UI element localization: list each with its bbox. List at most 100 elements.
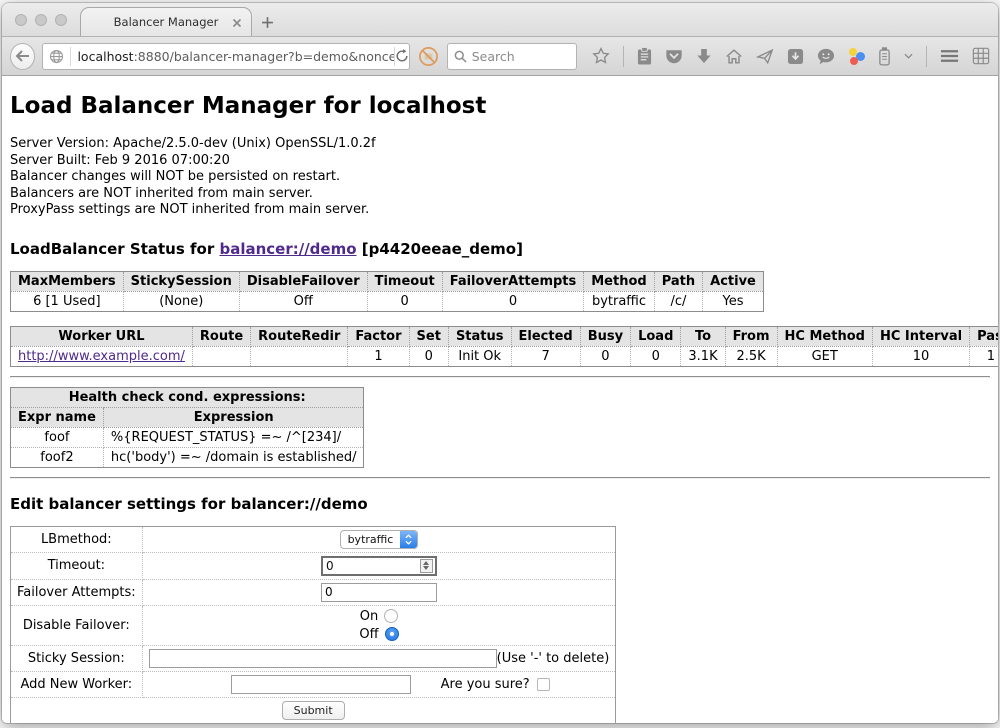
col-header: Elected (511, 326, 580, 346)
section-divider (10, 477, 990, 479)
traffic-lights (15, 14, 67, 26)
add-new-worker-label: Add New Worker: (11, 671, 143, 697)
toolbar-icons (592, 44, 990, 68)
globe-icon[interactable] (43, 49, 70, 64)
expr-name-cell: foof (11, 427, 104, 447)
home-icon[interactable] (725, 44, 743, 68)
sticky-session-input[interactable] (149, 649, 497, 668)
section-divider (10, 376, 990, 378)
balancer-link[interactable]: balancer://demo (219, 240, 356, 258)
table-row: foof %{REQUEST_STATUS} =~ /^[234]/ (11, 427, 364, 447)
form-row-disable-failover: Disable Failover: On Off (11, 605, 616, 645)
disable-failover-off-radio[interactable] (385, 627, 399, 641)
sticky-session-label: Sticky Session: (11, 645, 143, 671)
grid-icon[interactable] (972, 44, 990, 68)
disable-failover-on-radio[interactable] (384, 609, 398, 623)
number-spinner-icon[interactable] (420, 559, 433, 573)
timeout-input[interactable]: 0 (321, 556, 437, 576)
health-table-title: Health check cond. expressions: (11, 387, 364, 407)
radio-off-label: Off (359, 627, 378, 642)
url-text[interactable]: localhost:8880/balancer-manager?b=demo&n… (71, 49, 394, 64)
col-header: FailoverAttempts (442, 271, 584, 291)
timeout-value: 0 (323, 559, 420, 573)
minimize-window-button[interactable] (35, 14, 47, 26)
navigation-toolbar: localhost:8880/balancer-manager?b=demo&n… (2, 37, 998, 76)
table-header-row: Expr name Expression (11, 407, 364, 427)
submit-button[interactable]: Submit (282, 701, 345, 720)
add-new-worker-input[interactable] (231, 675, 411, 694)
toolbar-divider-2 (926, 46, 927, 67)
are-you-sure-checkbox[interactable] (537, 678, 550, 691)
col-header: Set (409, 326, 448, 346)
cell: Off (239, 291, 367, 311)
col-header: MaxMembers (11, 271, 124, 291)
url-bar[interactable]: localhost:8880/balancer-manager?b=demo&n… (42, 43, 410, 70)
close-window-button[interactable] (15, 14, 27, 26)
table-row: 6 [1 Used] (None) Off 0 0 bytraffic /c/ … (11, 291, 764, 311)
reload-icon (395, 49, 409, 63)
table-header-row: Worker URL Route RouteRedir Factor Set S… (11, 326, 999, 346)
url-host: localhost (77, 49, 133, 64)
cell (192, 346, 250, 366)
reload-button[interactable] (395, 44, 409, 68)
col-header: Path (654, 271, 702, 291)
are-you-sure-label: Are you sure? (441, 677, 530, 692)
clipboard-icon[interactable] (637, 44, 652, 68)
cell: Init Ok (448, 346, 511, 366)
menu-icon[interactable] (940, 44, 959, 68)
bookmark-star-icon[interactable] (592, 44, 610, 68)
cell: 0 (367, 291, 442, 311)
cell: 7 (511, 346, 580, 366)
chat-smiley-icon[interactable] (817, 44, 835, 68)
expression-cell: %{REQUEST_STATUS} =~ /^[234]/ (103, 427, 364, 447)
col-header: Busy (580, 326, 630, 346)
cell: GET (777, 346, 872, 366)
browser-tab[interactable]: Balancer Manager (80, 7, 252, 36)
timeout-label: Timeout: (11, 552, 143, 579)
col-header: Passes (970, 326, 998, 346)
battery-icon[interactable] (878, 44, 891, 68)
cell: 6 [1 Used] (11, 291, 124, 311)
form-row-lbmethod: LBmethod: bytraffic (11, 526, 616, 552)
tab-close-icon[interactable] (231, 16, 243, 28)
form-row-add-worker: Add New Worker: Are you sure? (11, 671, 616, 697)
download-arrow-icon[interactable] (696, 44, 712, 68)
tab-title: Balancer Manager (114, 15, 219, 29)
form-row-submit: Submit (11, 697, 616, 723)
worker-url-cell: http://www.example.com/ (11, 346, 193, 366)
edit-settings-heading: Edit balancer settings for balancer://de… (10, 495, 990, 513)
cell: 10 (872, 346, 969, 366)
colored-dots-icon[interactable] (848, 44, 865, 68)
reader-square-icon[interactable] (787, 44, 804, 68)
pocket-icon[interactable] (665, 44, 683, 68)
table-title-row: Health check cond. expressions: (11, 387, 364, 407)
form-row-sticky: Sticky Session: (Use '-' to delete) (11, 645, 616, 671)
cell: 1 (348, 346, 409, 366)
cell: (None) (123, 291, 239, 311)
page-content: Load Balancer Manager for localhost Serv… (2, 76, 998, 723)
send-icon[interactable] (756, 44, 774, 68)
col-header: Factor (348, 326, 409, 346)
search-bar[interactable]: Search (447, 43, 577, 70)
back-icon (15, 50, 30, 62)
blocked-content-icon[interactable] (417, 44, 440, 68)
search-placeholder: Search (472, 49, 515, 64)
inherit-note: Balancers are NOT inherited from main se… (10, 186, 990, 203)
col-header: Active (703, 271, 764, 291)
col-header: Method (584, 271, 654, 291)
health-check-table: Health check cond. expressions: Expr nam… (10, 387, 364, 468)
col-header: DisableFailover (239, 271, 367, 291)
worker-url-link[interactable]: http://www.example.com/ (18, 349, 185, 364)
status-heading-suffix: [p4420eeae_demo] (357, 240, 523, 258)
cell: 1 (0) (970, 346, 998, 366)
col-header: To (681, 326, 725, 346)
failover-attempts-input[interactable] (321, 583, 437, 602)
toolbar-divider (623, 46, 624, 67)
new-tab-button[interactable] (252, 8, 282, 36)
lbmethod-select[interactable]: bytraffic (340, 530, 419, 549)
lbmethod-label: LBmethod: (11, 526, 143, 552)
zoom-window-button[interactable] (55, 14, 67, 26)
back-button[interactable] (10, 43, 35, 70)
col-header: From (725, 326, 777, 346)
dropdown-caret-icon[interactable] (904, 44, 913, 68)
